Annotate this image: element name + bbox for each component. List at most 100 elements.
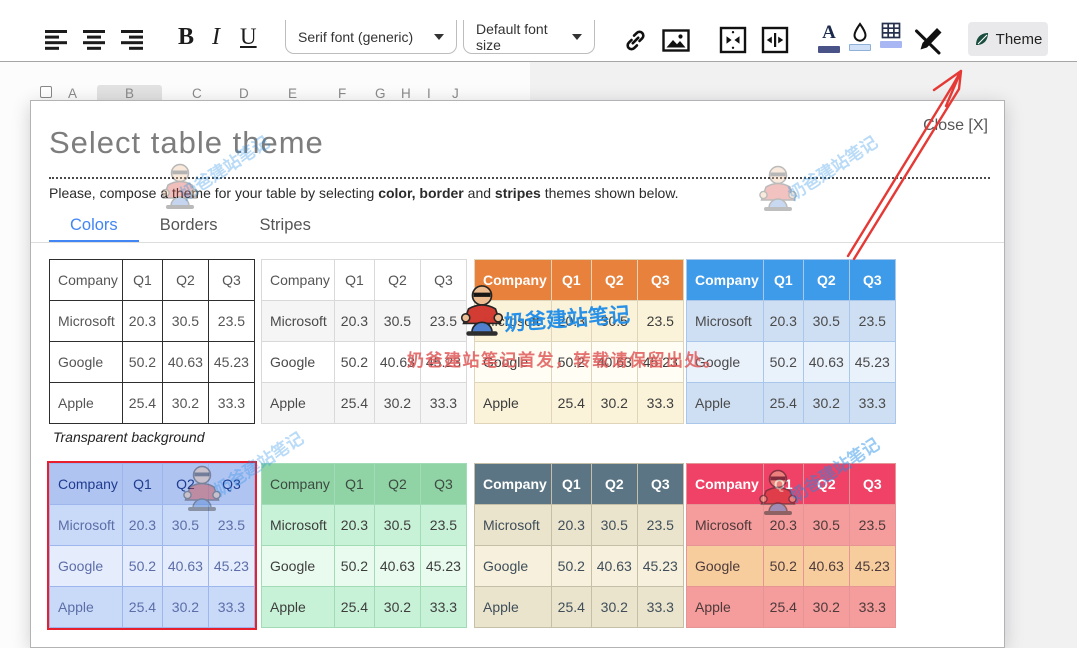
clear-format-button[interactable] <box>912 24 943 55</box>
preview-cell: Apple <box>262 383 335 424</box>
bold-button[interactable]: B <box>178 24 194 51</box>
table-color-button[interactable] <box>880 22 902 48</box>
preview-cell: 30.5 <box>591 505 637 546</box>
chevron-down-icon <box>572 34 582 40</box>
align-right-button[interactable] <box>120 29 144 50</box>
align-left-icon <box>44 29 68 50</box>
preview-cell: 30.2 <box>374 383 420 424</box>
font-size-select[interactable]: Default font size <box>463 20 595 54</box>
preview-cell: Google <box>262 546 335 587</box>
close-button[interactable]: Close [X] <box>923 117 988 135</box>
preview-cell: 30.2 <box>591 383 637 424</box>
preview-cell: 30.5 <box>803 505 849 546</box>
underline-button[interactable]: U <box>240 24 257 50</box>
preview-cell: Company <box>687 464 764 505</box>
pen-slash-icon <box>912 24 943 55</box>
preview-cell: Google <box>687 342 764 383</box>
preview-cell: 25.4 <box>334 587 374 628</box>
tabs-separator <box>31 242 1004 243</box>
expand-width-icon <box>761 26 789 54</box>
theme-button-label: Theme <box>996 31 1043 48</box>
preview-cell: 40.63 <box>374 546 420 587</box>
preview-cell: Q3 <box>420 464 466 505</box>
preview-cell: 45.23 <box>637 546 683 587</box>
font-size-value: Default font size <box>476 21 572 53</box>
font-family-value: Serif font (generic) <box>298 29 413 45</box>
preview-cell: 45.23 <box>849 546 895 587</box>
preview-cell: Q1 <box>551 464 591 505</box>
theme-option-green[interactable]: CompanyQ1Q2Q3Microsoft20.330.523.5Google… <box>261 463 467 628</box>
preview-cell: 33.3 <box>849 383 895 424</box>
fit-cell-button[interactable] <box>719 26 747 54</box>
preview-cell: 25.4 <box>334 383 374 424</box>
preview-cell: 45.23 <box>849 342 895 383</box>
insert-link-button[interactable] <box>622 27 649 54</box>
sheet-select-all-checkbox[interactable] <box>40 86 52 98</box>
font-family-select[interactable]: Serif font (generic) <box>285 20 457 54</box>
preview-cell: 50.2 <box>334 342 374 383</box>
theme-option-periwinkle-selected[interactable]: CompanyQ1Q2Q3Microsoft20.330.523.5Google… <box>47 461 257 630</box>
preview-cell: Company <box>687 260 764 301</box>
preview-cell: 23.5 <box>420 301 466 342</box>
preview-cell: 40.63 <box>803 342 849 383</box>
preview-cell: 30.5 <box>162 505 208 546</box>
preview-cell: Q1 <box>763 464 803 505</box>
preview-cell: 20.3 <box>763 301 803 342</box>
theme-option-slate[interactable]: CompanyQ1Q2Q3Microsoft20.330.523.5Google… <box>474 463 684 628</box>
tab-colors[interactable]: Colors <box>49 209 139 243</box>
image-icon <box>662 29 690 52</box>
theme-option-transparent[interactable]: CompanyQ1Q2Q3Microsoft20.330.523.5Google… <box>49 259 255 424</box>
link-icon <box>622 27 649 54</box>
tab-stripes[interactable]: Stripes <box>238 209 331 243</box>
preview-cell: Google <box>475 342 552 383</box>
align-left-button[interactable] <box>44 29 68 50</box>
app-screen: B I U Serif font (generic) Default font … <box>0 0 1077 648</box>
preview-cell: Q3 <box>637 464 683 505</box>
insert-image-button[interactable] <box>662 29 690 52</box>
align-center-button[interactable] <box>82 29 106 50</box>
theme-option-blue[interactable]: CompanyQ1Q2Q3Microsoft20.330.523.5Google… <box>686 259 896 424</box>
preview-cell: Microsoft <box>687 505 764 546</box>
preview-cell: 23.5 <box>637 301 683 342</box>
preview-cell: 23.5 <box>208 505 254 546</box>
preview-cell: 33.3 <box>208 587 254 628</box>
table-color-swatch <box>880 41 902 48</box>
theme-button[interactable]: Theme <box>968 22 1048 56</box>
tab-borders[interactable]: Borders <box>139 209 239 243</box>
preview-cell: Google <box>50 342 123 383</box>
theme-caption-transparent: Transparent background <box>53 429 205 445</box>
preview-cell: 50.2 <box>763 342 803 383</box>
preview-cell: 30.5 <box>162 301 208 342</box>
preview-cell: 25.4 <box>763 587 803 628</box>
preview-cell: 30.2 <box>803 587 849 628</box>
theme-option-red[interactable]: CompanyQ1Q2Q3Microsoft20.330.523.5Google… <box>686 463 896 628</box>
preview-cell: 20.3 <box>763 505 803 546</box>
theme-option-light-gray[interactable]: CompanyQ1Q2Q3Microsoft20.330.523.5Google… <box>261 259 467 424</box>
preview-cell: 20.3 <box>334 301 374 342</box>
column-width-button[interactable] <box>761 26 789 54</box>
text-color-button[interactable]: A <box>818 22 840 53</box>
preview-cell: 50.2 <box>551 342 591 383</box>
preview-cell: Q3 <box>849 260 895 301</box>
preview-cell: 25.4 <box>122 383 162 424</box>
preview-cell: Company <box>475 260 552 301</box>
droplet-icon <box>852 22 868 42</box>
preview-cell: 25.4 <box>551 587 591 628</box>
italic-button[interactable]: I <box>212 24 220 51</box>
preview-cell: 30.5 <box>803 301 849 342</box>
preview-cell: 45.23 <box>208 342 254 383</box>
preview-cell: 20.3 <box>551 301 591 342</box>
preview-cell: Company <box>475 464 552 505</box>
preview-cell: 33.3 <box>420 383 466 424</box>
highlight-color-button[interactable] <box>849 22 871 51</box>
preview-cell: Company <box>50 260 123 301</box>
preview-cell: 33.3 <box>637 383 683 424</box>
preview-cell: Q3 <box>849 464 895 505</box>
theme-option-orange[interactable]: CompanyQ1Q2Q3Microsoft20.330.523.5Google… <box>474 259 684 424</box>
desc-bold-stripes: stripes <box>495 185 541 201</box>
preview-cell: Q1 <box>334 260 374 301</box>
preview-cell: Microsoft <box>50 301 123 342</box>
preview-cell: 50.2 <box>551 546 591 587</box>
preview-cell: Q2 <box>803 260 849 301</box>
preview-cell: Microsoft <box>50 505 123 546</box>
